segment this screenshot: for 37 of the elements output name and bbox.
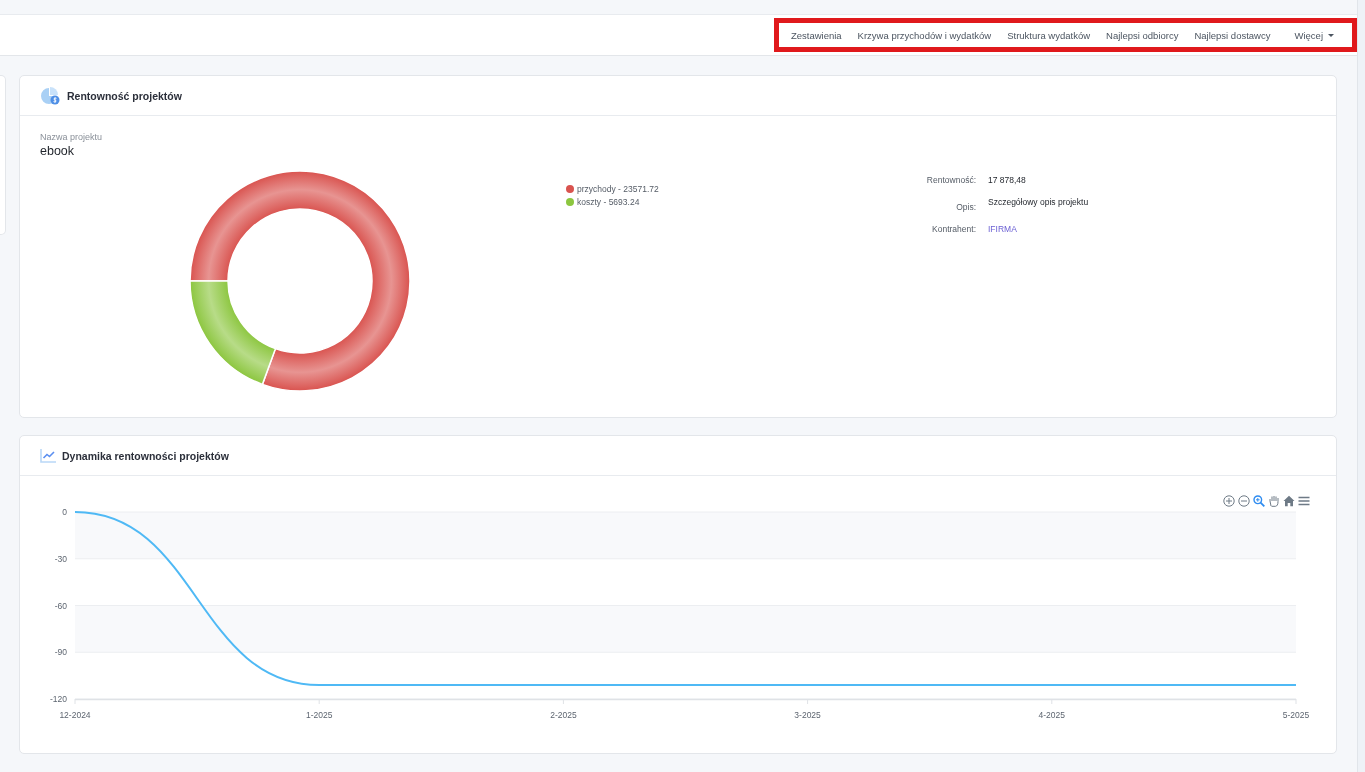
legend-label: koszty - 5693.24 <box>577 196 640 207</box>
detail-label: Opis: <box>955 201 976 212</box>
detail-value: Szczegółowy opis projektu <box>988 197 1089 207</box>
home-icon[interactable] <box>1283 495 1295 507</box>
pie-chart-icon <box>40 86 61 105</box>
nav-link[interactable]: Struktura wydatków <box>999 29 1099 41</box>
search-icon[interactable] <box>1253 495 1265 507</box>
axis-tick-label: -60 <box>54 600 67 611</box>
zoom-out-icon[interactable] <box>1238 495 1250 507</box>
nav-link[interactable]: Zestawienia <box>782 29 850 41</box>
detail-value: 17 878,48 <box>988 175 1026 185</box>
zoom-in-icon[interactable] <box>1223 495 1235 507</box>
axis-tick-label: 4-2025 <box>1038 710 1066 720</box>
nav-link[interactable]: Najlepsi dostawcy <box>1186 29 1279 41</box>
detail-label: Kontrahent: <box>931 224 976 234</box>
axis-tick-label: 0 <box>62 508 67 517</box>
nav-link[interactable]: Więcej <box>1286 29 1342 41</box>
axis-tick-label: 3-2025 <box>794 710 821 720</box>
axis-tick-label: -30 <box>54 553 67 564</box>
nav-link[interactable]: Najlepsi odbiorcy <box>1098 29 1187 41</box>
field-label: Nazwa projektu <box>40 132 104 142</box>
menu-icon[interactable] <box>1298 495 1310 507</box>
axis-tick-label: -90 <box>54 647 67 658</box>
line-chart-icon <box>40 448 56 463</box>
contractor-link[interactable]: IFIRMA <box>988 224 1017 234</box>
axis-tick-label: 1-2025 <box>305 710 333 720</box>
legend-label: przychody - 23571.72 <box>577 183 659 194</box>
axis-tick-label: 5-2025 <box>1282 710 1310 720</box>
axis-tick-label: 2-2025 <box>550 710 577 720</box>
axis-tick-label: -120 <box>50 694 67 704</box>
hand-icon[interactable] <box>1268 495 1280 507</box>
card-title: Dynamika rentowności projektów <box>62 449 229 462</box>
project-name: ebook <box>40 144 76 158</box>
axis-tick-label: 12-2024 <box>59 710 91 720</box>
detail-label: Rentowność: <box>925 175 976 185</box>
nav-link[interactable]: Krzywa przychodów i wydatków <box>849 29 1000 41</box>
card-title: Rentowność projektów <box>67 89 182 102</box>
